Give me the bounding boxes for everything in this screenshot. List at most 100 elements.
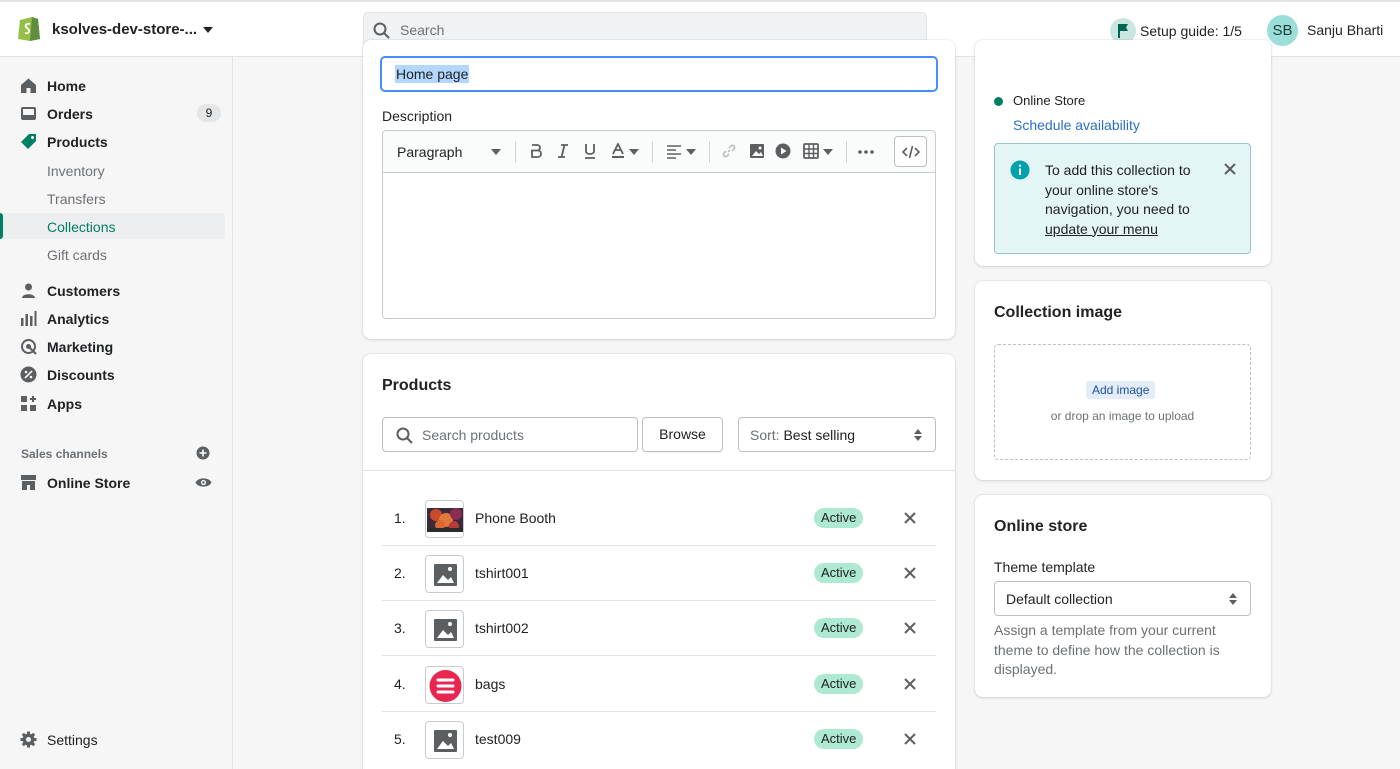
products-heading: Products bbox=[382, 377, 452, 394]
sidebar-item-label: Customers bbox=[47, 283, 121, 299]
description-editor[interactable]: Paragraph bbox=[382, 130, 936, 319]
table-row[interactable]: 5. test009 Active bbox=[382, 712, 936, 767]
sidebar-item-home[interactable]: Home bbox=[0, 72, 225, 98]
bold-icon[interactable] bbox=[529, 143, 543, 159]
link-icon[interactable] bbox=[721, 143, 737, 159]
sidebar-item-gift-cards[interactable]: Gift cards bbox=[0, 241, 225, 267]
sidebar-item-inventory[interactable]: Inventory bbox=[0, 157, 225, 183]
sidebar-item-analytics[interactable]: Analytics bbox=[0, 305, 225, 331]
tag-icon bbox=[20, 133, 37, 150]
home-icon bbox=[20, 77, 37, 94]
editor-toolbar: Paragraph bbox=[383, 131, 935, 173]
eye-icon[interactable] bbox=[195, 476, 212, 489]
close-icon[interactable] bbox=[904, 622, 916, 634]
bar-chart-icon bbox=[20, 310, 37, 327]
add-image-button[interactable]: Add image bbox=[1086, 381, 1156, 399]
chevron-down-icon[interactable] bbox=[491, 149, 501, 155]
sidebar-item-label: Marketing bbox=[47, 339, 114, 355]
toolbar-divider bbox=[709, 141, 710, 163]
image-dropzone[interactable] bbox=[994, 344, 1251, 460]
sidebar-item-settings[interactable]: Settings bbox=[0, 726, 225, 752]
info-icon bbox=[1010, 160, 1030, 180]
sidebar-item-apps[interactable]: Apps bbox=[0, 390, 225, 416]
close-icon[interactable] bbox=[904, 512, 916, 524]
bags-product-icon bbox=[425, 666, 464, 704]
collection-image-heading: Collection image bbox=[994, 304, 1123, 321]
chevron-down-icon[interactable] bbox=[202, 26, 214, 34]
shopify-logo-icon[interactable] bbox=[17, 14, 41, 42]
sidebar-item-label: Analytics bbox=[47, 311, 110, 327]
sidebar-item-orders[interactable]: Orders 9 bbox=[0, 100, 225, 126]
schedule-availability-link[interactable]: Schedule availability bbox=[1013, 117, 1140, 133]
close-icon[interactable] bbox=[904, 567, 916, 579]
sidebar-item-label: Gift cards bbox=[47, 247, 107, 263]
table-row[interactable]: 1. Phone Booth Active bbox=[382, 491, 936, 546]
divider bbox=[363, 470, 955, 471]
sidebar: Home Orders 9 Products Inventory Transfe… bbox=[0, 57, 233, 769]
code-view-button[interactable] bbox=[894, 136, 927, 167]
user-name[interactable]: Sanju Bharti bbox=[1307, 22, 1383, 38]
video-icon[interactable] bbox=[775, 143, 791, 159]
sort-select[interactable]: Sort: Best selling bbox=[738, 417, 936, 452]
more-horizontal-icon[interactable] bbox=[858, 150, 874, 154]
setup-guide-label: Setup guide: 1/5 bbox=[1140, 23, 1242, 39]
search-icon bbox=[373, 22, 390, 39]
image-placeholder-icon bbox=[425, 610, 464, 648]
sidebar-item-label: Apps bbox=[47, 396, 82, 412]
underline-icon[interactable] bbox=[583, 143, 597, 159]
close-icon[interactable] bbox=[904, 733, 916, 745]
status-badge: Active bbox=[814, 674, 864, 694]
inbox-icon bbox=[20, 105, 37, 122]
table-row[interactable]: 2. tshirt001 Active bbox=[382, 546, 936, 601]
sidebar-item-online-store[interactable]: Online Store bbox=[0, 469, 225, 495]
apps-icon bbox=[20, 395, 37, 412]
product-name[interactable]: bags bbox=[475, 676, 505, 692]
drop-hint: or drop an image to upload bbox=[1050, 409, 1195, 423]
close-icon[interactable] bbox=[904, 678, 916, 690]
text-color-icon[interactable] bbox=[611, 143, 625, 159]
row-number: 3. bbox=[394, 620, 406, 636]
title-field[interactable]: Home page bbox=[380, 56, 938, 92]
toolbar-divider bbox=[515, 141, 516, 163]
close-icon[interactable] bbox=[1224, 163, 1236, 175]
update-menu-link[interactable]: update your menu bbox=[1045, 221, 1158, 237]
image-placeholder-icon bbox=[425, 721, 464, 759]
status-badge: Active bbox=[814, 618, 864, 638]
sort-value: Best selling bbox=[783, 427, 856, 443]
sidebar-item-label: Inventory bbox=[47, 163, 105, 179]
select-arrows-icon bbox=[914, 429, 922, 441]
search-products-input[interactable]: Search products bbox=[382, 417, 638, 452]
theme-template-select[interactable]: Default collection bbox=[994, 581, 1251, 616]
select-arrows-icon bbox=[1229, 593, 1237, 605]
table-row[interactable]: 4. bags Active bbox=[382, 657, 936, 712]
product-name[interactable]: test009 bbox=[475, 731, 521, 747]
avatar[interactable]: SB bbox=[1267, 15, 1298, 46]
title-value: Home page bbox=[395, 65, 470, 83]
table-icon[interactable] bbox=[803, 143, 819, 159]
sidebar-item-marketing[interactable]: Marketing bbox=[0, 333, 225, 359]
align-left-icon[interactable] bbox=[666, 143, 682, 159]
sidebar-item-transfers[interactable]: Transfers bbox=[0, 185, 225, 211]
sidebar-item-products[interactable]: Products bbox=[0, 128, 225, 154]
image-icon[interactable] bbox=[749, 143, 765, 159]
theme-template-label: Theme template bbox=[994, 559, 1096, 575]
add-circle-icon[interactable] bbox=[196, 446, 210, 460]
paragraph-format-select[interactable]: Paragraph bbox=[397, 144, 462, 160]
sidebar-item-customers[interactable]: Customers bbox=[0, 277, 225, 303]
product-name[interactable]: tshirt002 bbox=[475, 620, 529, 636]
description-label: Description bbox=[382, 108, 453, 124]
theme-template-value: Default collection bbox=[1006, 591, 1113, 607]
chevron-down-icon[interactable] bbox=[686, 149, 696, 155]
product-name[interactable]: Phone Booth bbox=[475, 510, 556, 526]
store-name[interactable]: ksolves-dev-store-... bbox=[52, 21, 197, 38]
discount-icon bbox=[20, 366, 37, 383]
sidebar-item-discounts[interactable]: Discounts bbox=[0, 361, 225, 387]
browse-button[interactable]: Browse bbox=[642, 417, 723, 452]
chevron-down-icon[interactable] bbox=[629, 149, 639, 155]
sidebar-item-collections[interactable]: Collections bbox=[0, 213, 225, 239]
table-row[interactable]: 3. tshirt002 Active bbox=[382, 601, 936, 656]
italic-icon[interactable] bbox=[556, 143, 570, 159]
product-name[interactable]: tshirt001 bbox=[475, 565, 529, 581]
toolbar-divider bbox=[652, 141, 653, 163]
chevron-down-icon[interactable] bbox=[823, 149, 833, 155]
